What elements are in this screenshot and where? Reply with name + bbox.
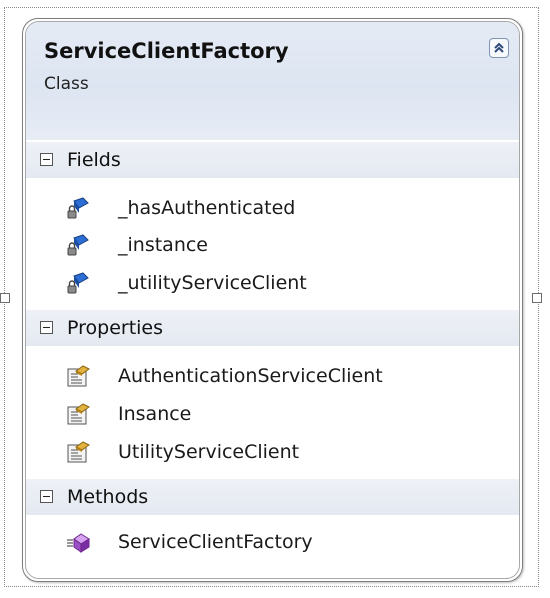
field-label: _utilityServiceClient <box>118 272 307 294</box>
property-icon <box>67 441 90 463</box>
minus-box-icon[interactable] <box>40 153 53 166</box>
field-label: _instance <box>118 234 208 256</box>
property-icon <box>67 365 90 387</box>
field-label: _hasAuthenticated <box>118 197 296 219</box>
property-label: Insance <box>118 403 192 425</box>
property-item[interactable]: UtilityServiceClient <box>26 435 519 471</box>
section-header-fields[interactable]: Fields <box>26 142 519 178</box>
class-name: ServiceClientFactory <box>44 39 289 63</box>
method-label: ServiceClientFactory <box>118 531 313 553</box>
field-item[interactable]: _instance <box>26 228 519 264</box>
field-item[interactable]: _utilityServiceClient <box>26 266 519 302</box>
property-item[interactable]: Insance <box>26 397 519 433</box>
private-field-icon <box>67 197 89 219</box>
private-field-icon <box>67 234 89 256</box>
section-title-fields: Fields <box>67 149 121 171</box>
property-label: UtilityServiceClient <box>118 441 300 463</box>
double-chevron-up-icon <box>494 42 504 53</box>
section-header-properties[interactable]: Properties <box>26 310 519 346</box>
class-shape[interactable]: ServiceClientFactory Class Fields _hasAu… <box>22 18 523 582</box>
method-icon <box>67 533 90 553</box>
section-title-methods: Methods <box>67 486 149 508</box>
property-label: AuthenticationServiceClient <box>118 365 383 387</box>
minus-box-icon[interactable] <box>40 490 53 503</box>
resize-handle-right[interactable] <box>532 293 542 303</box>
collapse-button[interactable] <box>489 38 509 58</box>
section-header-methods[interactable]: Methods <box>26 479 519 515</box>
class-shape-inner: ServiceClientFactory Class Fields _hasAu… <box>25 21 520 579</box>
resize-handle-left[interactable] <box>0 293 10 303</box>
field-item[interactable]: _hasAuthenticated <box>26 191 519 227</box>
section-title-properties: Properties <box>67 317 164 339</box>
method-item[interactable]: ServiceClientFactory <box>26 525 519 561</box>
minus-box-icon[interactable] <box>40 321 53 334</box>
property-icon <box>67 403 90 425</box>
class-kind: Class <box>44 74 89 94</box>
property-item[interactable]: AuthenticationServiceClient <box>26 359 519 395</box>
private-field-icon <box>67 272 89 294</box>
class-header[interactable]: ServiceClientFactory Class <box>26 22 519 140</box>
